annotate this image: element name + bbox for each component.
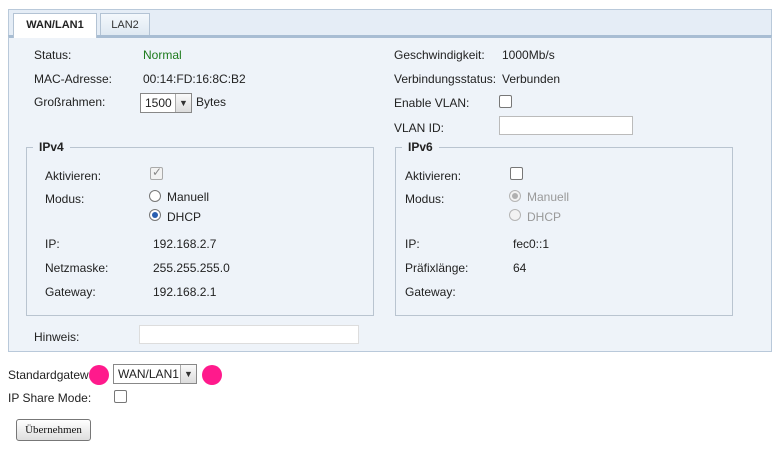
marker-dot — [89, 365, 109, 385]
jumbo-frame-value: 1500 — [145, 96, 172, 110]
ipv6-mode-manual-label: Manuell — [527, 190, 570, 204]
tab-wan-lan1-label: WAN/LAN1 — [26, 19, 84, 31]
ipv6-legend: IPv6 — [408, 140, 433, 154]
ipv4-mode-manual-label: Manuell — [167, 190, 210, 204]
chevron-down-icon: ▼ — [180, 365, 196, 383]
apply-button-label: Übernehmen — [25, 424, 82, 436]
enable-vlan-checkbox[interactable] — [499, 95, 512, 108]
tab-lan2[interactable]: LAN2 — [100, 13, 150, 37]
default-gateway-value: WAN/LAN1 — [118, 367, 179, 381]
ipv6-activate-label: Aktivieren: — [405, 169, 462, 183]
ipv6-mode-dhcp-label: DHCP — [527, 210, 562, 224]
ipv4-legend: IPv4 — [39, 140, 64, 154]
ipv4-mode-manual-radio[interactable] — [149, 190, 161, 202]
ipv4-mode-dhcp-label: DHCP — [167, 210, 202, 224]
ipv4-mode-label: Modus: — [45, 192, 85, 206]
apply-button[interactable]: Übernehmen — [16, 419, 91, 441]
ipv6-ip-label: IP: — [405, 237, 420, 251]
tab-bar: WAN/LAN1 LAN2 — [8, 9, 772, 38]
ipv6-mode-manual-radio[interactable] — [509, 190, 521, 202]
enable-vlan-label: Enable VLAN: — [394, 96, 470, 110]
ipv4-netmask-label: Netzmaske: — [45, 261, 109, 275]
ipv4-ip-label: IP: — [45, 237, 60, 251]
mac-address-value: 00:14:FD:16:8C:B2 — [143, 72, 246, 86]
mac-address-label: MAC-Adresse: — [34, 72, 113, 86]
vlan-id-label: VLAN ID: — [394, 121, 445, 135]
check-icon: ✓ — [152, 165, 163, 179]
ipv4-gateway-label: Gateway: — [45, 285, 96, 299]
chevron-down-icon: ▼ — [175, 94, 191, 112]
ipv6-prefix-label: Präfixlänge: — [405, 261, 469, 275]
status-value: Normal — [143, 48, 182, 62]
speed-value: 1000Mb/s — [502, 48, 555, 62]
network-settings-panel: Status: Normal MAC-Adresse: 00:14:FD:16:… — [8, 35, 772, 352]
link-status-label: Verbindungsstatus: — [394, 72, 497, 86]
default-gateway-label: Standardgatewa — [8, 368, 96, 382]
ipv6-gateway-label: Gateway: — [405, 285, 456, 299]
ipv6-activate-checkbox[interactable] — [510, 167, 523, 180]
jumbo-frame-label: Großrahmen: — [34, 95, 106, 109]
ip-share-mode-checkbox[interactable] — [114, 390, 127, 403]
ipv6-mode-label: Modus: — [405, 192, 445, 206]
speed-label: Geschwindigkeit: — [394, 48, 485, 62]
jumbo-frame-unit: Bytes — [196, 95, 227, 109]
tab-wan-lan1[interactable]: WAN/LAN1 — [13, 13, 97, 38]
note-label: Hinweis: — [34, 330, 80, 344]
marker-dot — [202, 365, 222, 385]
ipv4-activate-checkbox[interactable]: ✓ — [150, 165, 163, 180]
ipv4-netmask-value: 255.255.255.0 — [153, 261, 230, 275]
tab-lan2-label: LAN2 — [111, 19, 139, 31]
ipv6-mode-dhcp-radio[interactable] — [509, 209, 521, 221]
ipv4-activate-label: Aktivieren: — [45, 169, 102, 183]
ipv6-prefix-value: 64 — [513, 261, 527, 275]
note-input[interactable] — [139, 325, 359, 344]
ip-share-mode-label: IP Share Mode: — [8, 391, 92, 405]
link-status-value: Verbunden — [502, 72, 561, 86]
ipv4-ip-value: 192.168.2.7 — [153, 237, 217, 251]
vlan-id-input[interactable] — [499, 116, 633, 135]
ipv4-gateway-value: 192.168.2.1 — [153, 285, 217, 299]
status-label: Status: — [34, 48, 72, 62]
default-gateway-select[interactable]: WAN/LAN1 ▼ — [113, 364, 197, 384]
jumbo-frame-select[interactable]: 1500 ▼ — [140, 93, 192, 113]
ipv6-ip-value: fec0::1 — [513, 237, 550, 251]
ipv4-mode-dhcp-radio[interactable] — [149, 209, 161, 221]
